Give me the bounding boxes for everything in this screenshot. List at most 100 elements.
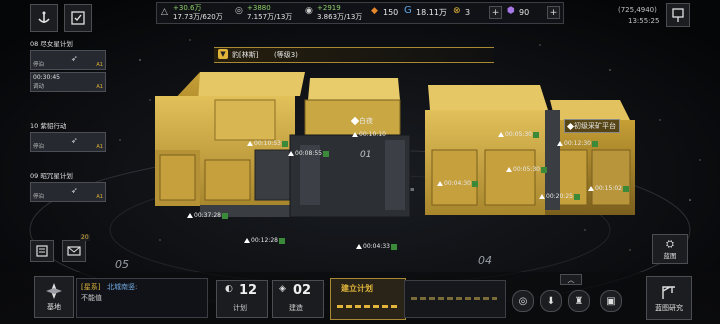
notes-button[interactable]	[30, 240, 54, 262]
timer-marker[interactable]: 00:05:30	[498, 131, 539, 138]
timer-marker[interactable]: 00:10:10	[352, 131, 386, 138]
fleet-group[interactable]: 10 紫貂行动 停泊 A1 ➶	[30, 120, 106, 152]
download-button[interactable]: ⬇	[540, 290, 562, 312]
radar-icon: ◎	[518, 295, 528, 307]
fleet-level: A1	[96, 62, 103, 68]
base-marker[interactable]: 白夜	[350, 116, 373, 126]
resource-delta: +3880	[247, 4, 271, 12]
fleet-card[interactable]: 停泊 A1 ➶	[30, 182, 106, 202]
chevron-up-icon: ︿	[567, 275, 575, 284]
timer-marker[interactable]: 00:04:33	[356, 243, 397, 250]
chat-panel[interactable]: [星系] 北城南竖: 不能值	[76, 278, 208, 318]
build-progress-dashes	[337, 305, 397, 308]
timer-marker[interactable]: 00:04:30	[437, 180, 478, 187]
ally-icon	[471, 180, 478, 187]
timer-marker[interactable]: 00:37:28	[187, 212, 228, 219]
timer-text: 00:12:28	[251, 237, 278, 244]
blueprint-button[interactable]: ⛭ 蓝图	[652, 234, 688, 264]
fleet-group[interactable]: 09 昭冗星计划 停泊 A1 ➶	[30, 170, 106, 202]
timer-text: 00:05:30	[505, 131, 532, 138]
resource-delta: +30.6万	[173, 4, 202, 12]
ship-icon	[244, 238, 250, 243]
ally-icon	[591, 140, 598, 147]
add-gem-button[interactable]: +	[547, 6, 560, 19]
add-token-button[interactable]: +	[489, 6, 502, 19]
faction-icon: ▼	[218, 49, 228, 59]
chat-message: 不能值	[81, 294, 102, 302]
fleet-status: 调动	[33, 84, 45, 90]
folder-button[interactable]: ▣	[600, 290, 622, 312]
timer-marker[interactable]: 00:12:30	[557, 140, 598, 147]
ship-icon: ➶	[71, 54, 78, 63]
metal-icon: ◎	[235, 6, 243, 16]
target-banner[interactable]: ▼ 豹[林斯] (等级3)	[214, 47, 494, 63]
radar-button[interactable]: ◎	[512, 290, 534, 312]
fleet-card[interactable]: 停泊 A1 ➶	[30, 132, 106, 152]
diamond-icon	[566, 122, 575, 130]
mail-button[interactable]	[62, 240, 86, 262]
fleet-card[interactable]: 00:30:45 调动 A1	[30, 72, 106, 92]
build-plan-button[interactable]: 建立计划	[330, 278, 406, 320]
timer-marker[interactable]: 00:20:25	[539, 193, 580, 200]
mining-platform-marker[interactable]: 初级采矿平台	[564, 119, 620, 133]
alliance-button[interactable]: ♜	[568, 290, 590, 312]
plan-counter[interactable]: ◐ 12 计划	[216, 280, 268, 318]
bookmark-button[interactable]	[666, 3, 690, 27]
fleet-status: 停泊	[33, 194, 45, 200]
gem-icon: ⬢	[507, 6, 515, 16]
sector-label: 04	[478, 254, 492, 267]
sector-label: 05	[115, 258, 129, 271]
mining-platform-label: 初级采矿平台	[574, 122, 616, 130]
energy-icon: ◆	[371, 6, 378, 16]
build-counter[interactable]: ◈ 02 建造	[272, 280, 324, 318]
fleet-group[interactable]: 08 尽女星计划 停泊 A1 ➶ 00:30:45 调动 A1	[30, 38, 106, 92]
expand-bar-button[interactable]: ︿	[560, 274, 582, 285]
ship-icon: ➶	[71, 136, 78, 145]
timer-marker[interactable]: 00:05:30	[506, 166, 547, 173]
ally-icon	[622, 185, 629, 192]
timer-text: 00:10:10	[359, 131, 386, 138]
timer-text: 00:20:25	[546, 193, 573, 200]
fleet-level: A1	[96, 144, 103, 150]
build-queue-slots	[404, 280, 506, 318]
timer-marker[interactable]: 00:15:02	[588, 185, 629, 192]
timer-text: 00:12:30	[564, 140, 591, 147]
energy-value: 150	[383, 8, 399, 17]
blueprint-label: 蓝图	[663, 251, 677, 260]
timer-text: 00:05:30	[513, 166, 540, 173]
token-value: 3	[465, 8, 471, 17]
ship-icon	[588, 186, 594, 191]
tasks-button[interactable]	[64, 4, 92, 32]
fleet-card[interactable]: 停泊 A1 ➶	[30, 50, 106, 70]
blueprint-research-button[interactable]: 蓝图研究	[646, 276, 692, 320]
fleet-title: 10 紫貂行动	[30, 122, 67, 130]
sector-label: 01	[360, 150, 372, 160]
credit-icon: G	[404, 5, 412, 16]
map-coordinates: (725,4940)	[618, 6, 657, 14]
ally-icon	[221, 212, 228, 219]
blueprint-icon: ⛭	[666, 238, 674, 250]
alliance-icon: ♜	[574, 295, 584, 307]
compass-icon	[46, 283, 62, 299]
crystal-icon: △	[161, 7, 168, 17]
home-button[interactable]	[30, 4, 58, 32]
timer-marker[interactable]: 00:10:53	[247, 140, 288, 147]
ally-icon	[573, 193, 580, 200]
fleet-timer: 00:30:45	[33, 74, 60, 81]
build-label: 建造	[289, 304, 303, 312]
ship-icon	[539, 194, 545, 199]
timer-text: 00:37:28	[194, 212, 221, 219]
ally-icon	[540, 166, 547, 173]
ship-icon	[352, 132, 358, 137]
base-button[interactable]: 基地	[34, 276, 74, 318]
ship-icon	[557, 141, 563, 146]
plus-icon: +	[491, 7, 500, 18]
base-marker-label: 白夜	[359, 117, 373, 125]
timer-marker[interactable]: 00:12:28	[244, 237, 285, 244]
resource-delta: +2919	[317, 4, 341, 12]
blueprint-research-label: 蓝图研究	[655, 304, 683, 312]
ally-icon	[390, 243, 397, 250]
build-plan-title: 建立计划	[341, 284, 373, 293]
ally-icon	[322, 150, 329, 157]
timer-marker[interactable]: 00:08:55	[288, 150, 329, 157]
